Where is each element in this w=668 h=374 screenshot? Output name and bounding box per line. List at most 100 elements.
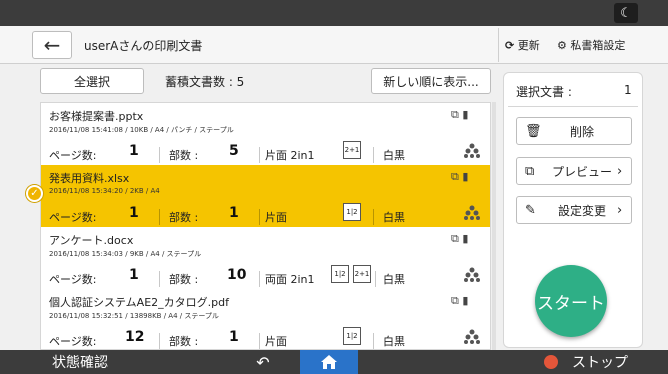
selected-check-icon: ✓ <box>26 185 43 202</box>
selected-docs-label: 選択文書 : <box>516 85 572 99</box>
list-scrollbar[interactable] <box>492 102 496 350</box>
document-meta: 2016/11/08 15:41:08 / 10KB / A4 / パンチ / … <box>49 126 234 134</box>
copies-label: 部数 : <box>169 273 199 286</box>
document-row[interactable]: 個人認証システムAE2_カタログ.pdf 2016/11/08 15:32:51… <box>41 289 490 349</box>
chevron-right-icon: › <box>617 163 623 179</box>
undo-button[interactable]: ↶ <box>248 350 278 374</box>
row-icons: ⧉ ▮ <box>451 232 468 246</box>
row-icons: ⧉ ▮ <box>451 108 468 122</box>
separator <box>259 271 260 287</box>
document-name: アンケート.docx <box>49 234 134 247</box>
stored-count: 蓄積文書数 : 5 <box>165 75 245 89</box>
preview-button[interactable]: ⧉ プレビュー › <box>516 157 632 185</box>
document-meta: 2016/11/08 15:34:20 / 2KB / A4 <box>49 187 160 195</box>
separator <box>159 333 160 349</box>
edit-icon: ✎ <box>525 202 536 218</box>
home-button[interactable] <box>300 350 358 374</box>
settings-label: 設定変更 <box>557 203 606 218</box>
duplex-label: 片面 <box>265 335 287 348</box>
change-settings-button[interactable]: ✎ 設定変更 › <box>516 196 632 224</box>
pages-value: 1 <box>129 205 139 221</box>
color-label: 白黒 <box>383 149 405 162</box>
separator <box>373 209 374 225</box>
pages-label: ページ数: <box>49 149 97 162</box>
preview-icon: ⧉ <box>451 294 459 307</box>
select-all-button[interactable]: 全選択 <box>40 68 144 94</box>
preview-icon: ⧉ <box>451 170 459 183</box>
copies-label: 部数 : <box>169 335 199 348</box>
duplex-label: 片面 <box>265 211 287 224</box>
preview-icon: ⧉ <box>451 232 459 245</box>
preview-label: プレビュー <box>551 164 612 179</box>
delete-button[interactable]: 🗑 削除 <box>516 117 632 145</box>
tree-icon <box>464 329 480 344</box>
device-icon: ▮ <box>462 108 469 121</box>
document-row[interactable]: お客様提案書.pptx 2016/11/08 15:41:08 / 10KB /… <box>41 103 490 166</box>
selected-docs-count: 1 <box>624 83 632 97</box>
document-row-selected[interactable]: 発表用資料.xlsx 2016/11/08 15:34:20 / 2KB / A… <box>41 165 490 228</box>
start-button[interactable]: スタート <box>535 265 607 337</box>
layout-icon: 2+1 <box>343 141 361 159</box>
back-button[interactable]: ← <box>32 31 72 59</box>
undo-icon: ↶ <box>256 352 270 372</box>
document-name: 発表用資料.xlsx <box>49 172 130 185</box>
document-meta: 2016/11/08 15:32:51 / 13898KB / A4 / ステー… <box>49 312 219 320</box>
separator <box>373 333 374 349</box>
device-icon: ▮ <box>462 294 469 307</box>
delete-label: 削除 <box>569 124 594 139</box>
document-row[interactable]: アンケート.docx 2016/11/08 15:34:03 / 9KB / A… <box>41 227 490 290</box>
separator <box>259 333 260 349</box>
document-list: お客様提案書.pptx 2016/11/08 15:41:08 / 10KB /… <box>40 102 491 350</box>
copies-value: 1 <box>229 329 239 345</box>
document-name: お客様提案書.pptx <box>49 110 144 123</box>
separator <box>259 209 260 225</box>
color-label: 白黒 <box>383 273 405 286</box>
color-label: 白黒 <box>383 211 405 224</box>
mybox-settings-button[interactable]: ⚙ 私書箱設定 <box>557 37 625 53</box>
refresh-button[interactable]: ⟳ 更新 <box>505 37 540 53</box>
pages-label: ページ数: <box>49 211 97 224</box>
layout-icon-2: 2+1 <box>353 265 371 283</box>
duplex-label: 片面 2in1 <box>265 149 315 162</box>
chevron-right-icon: › <box>617 202 623 218</box>
row-icons: ⧉ ▮ <box>451 170 468 184</box>
status-check-button[interactable]: 状態確認 <box>0 350 160 374</box>
separator <box>259 147 260 163</box>
trash-icon: 🗑 <box>525 123 542 139</box>
separator <box>375 271 376 287</box>
panel-divider <box>508 106 638 107</box>
stop-button[interactable]: ストップ <box>504 350 668 374</box>
document-name: 個人認証システムAE2_カタログ.pdf <box>49 296 229 309</box>
night-mode-button[interactable]: ☾ <box>614 3 638 23</box>
back-arrow-icon: ← <box>43 33 61 57</box>
separator <box>159 271 160 287</box>
separator <box>159 147 160 163</box>
device-icon: ▮ <box>462 232 469 245</box>
mybox-settings-label: 私書箱設定 <box>570 39 626 52</box>
copies-value: 10 <box>227 267 247 283</box>
gear-icon: ⚙ <box>557 39 567 52</box>
refresh-label: 更新 <box>517 39 540 52</box>
layout-icon: 1|2 <box>343 327 361 345</box>
layout-icon: 1|2 <box>331 265 349 283</box>
color-label: 白黒 <box>383 335 405 348</box>
document-meta: 2016/11/08 15:34:03 / 9KB / A4 / ステープル <box>49 250 202 258</box>
pages-value: 1 <box>129 143 139 159</box>
stop-icon <box>544 355 558 369</box>
moon-icon: ☾ <box>620 5 632 21</box>
header-divider <box>498 28 499 62</box>
tree-icon <box>464 205 480 220</box>
duplex-label: 両面 2in1 <box>265 273 315 286</box>
copies-value: 5 <box>229 143 239 159</box>
pages-value: 1 <box>129 267 139 283</box>
copies-label: 部数 : <box>169 149 199 162</box>
pages-label: ページ数: <box>49 273 97 286</box>
row-icons: ⧉ ▮ <box>451 294 468 308</box>
sort-order-button[interactable]: 新しい順に表示... <box>371 68 491 94</box>
home-icon <box>321 355 337 369</box>
refresh-icon: ⟳ <box>505 39 515 52</box>
stop-label: ストップ <box>572 355 628 371</box>
tree-icon <box>464 267 480 282</box>
tree-icon <box>464 143 480 158</box>
pages-value: 12 <box>125 329 145 345</box>
